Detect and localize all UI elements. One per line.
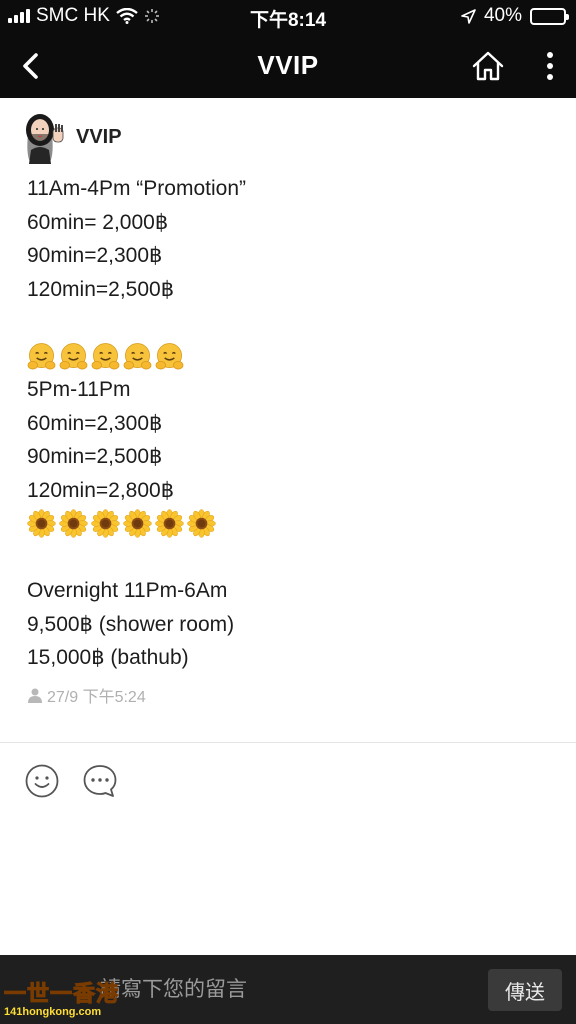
comment-input[interactable] <box>100 971 470 1009</box>
avatar[interactable] <box>20 110 66 164</box>
post-line: Overnight 11Pm-6Am <box>27 579 228 602</box>
sunflower-emoji <box>59 509 88 539</box>
post-line: 5Pm-11Pm <box>27 378 131 401</box>
sunflower-emoji <box>91 509 120 539</box>
hugging-face-emoji <box>59 342 88 370</box>
sunflower-emoji <box>155 509 184 539</box>
sunflower-emoji <box>27 509 56 539</box>
post-line: 120min=2,500฿ <box>27 277 175 301</box>
smile-icon[interactable] <box>24 763 60 799</box>
post-line: 60min= 2,000฿ <box>27 210 169 234</box>
battery-percent: 40% <box>483 5 522 26</box>
battery-icon <box>530 7 569 25</box>
post-line: 9,500฿ (shower room) <box>27 612 235 636</box>
home-icon[interactable] <box>470 48 506 84</box>
post-line: 11Am-4Pm “Promotion” <box>27 177 247 200</box>
status-bar: SMC HK 下午8:14 40% <box>0 0 576 34</box>
post-line: 90min=2,500฿ <box>27 445 163 468</box>
watermark-logo: 一世一香港 141hongkong.com <box>4 976 126 1020</box>
author-name[interactable]: VVIP <box>76 126 122 149</box>
post-author[interactable]: VVIP <box>20 110 122 164</box>
more-vertical-icon[interactable] <box>540 48 560 84</box>
hugging-face-emoji <box>123 342 152 370</box>
post-line: 15,000฿ (bathub) <box>27 646 189 669</box>
post-line <box>27 541 567 575</box>
divider <box>0 742 576 743</box>
post-line: 90min=2,300฿ <box>27 244 163 267</box>
post-line <box>27 306 567 340</box>
sunflower-emoji <box>187 509 216 539</box>
comment-icon[interactable] <box>82 763 118 799</box>
post-timestamp: 27/9 下午5:24 <box>47 689 146 706</box>
post-line: 120min=2,800฿ <box>27 478 175 502</box>
watermark-title: 一世一香港 <box>4 981 120 1007</box>
navigation-bar: VVIP <box>0 34 576 98</box>
sunflower-emoji <box>123 509 152 539</box>
send-button[interactable]: 傳送 <box>488 969 562 1011</box>
sunflower-emoji-row <box>27 507 567 541</box>
post-meta: 27/9 下午5:24 <box>27 683 146 707</box>
status-right: 40% <box>461 5 569 27</box>
location-arrow-icon <box>461 8 476 24</box>
person-icon <box>28 688 42 703</box>
post-line: 60min=2,300฿ <box>27 411 163 435</box>
hugging-face-emoji <box>155 342 184 370</box>
hugging-face-emoji-row <box>27 340 567 374</box>
post-body: 11Am-4Pm “Promotion” 60min= 2,000฿ 90min… <box>27 172 567 675</box>
hugging-face-emoji <box>27 342 56 370</box>
hugging-face-emoji <box>91 342 120 370</box>
